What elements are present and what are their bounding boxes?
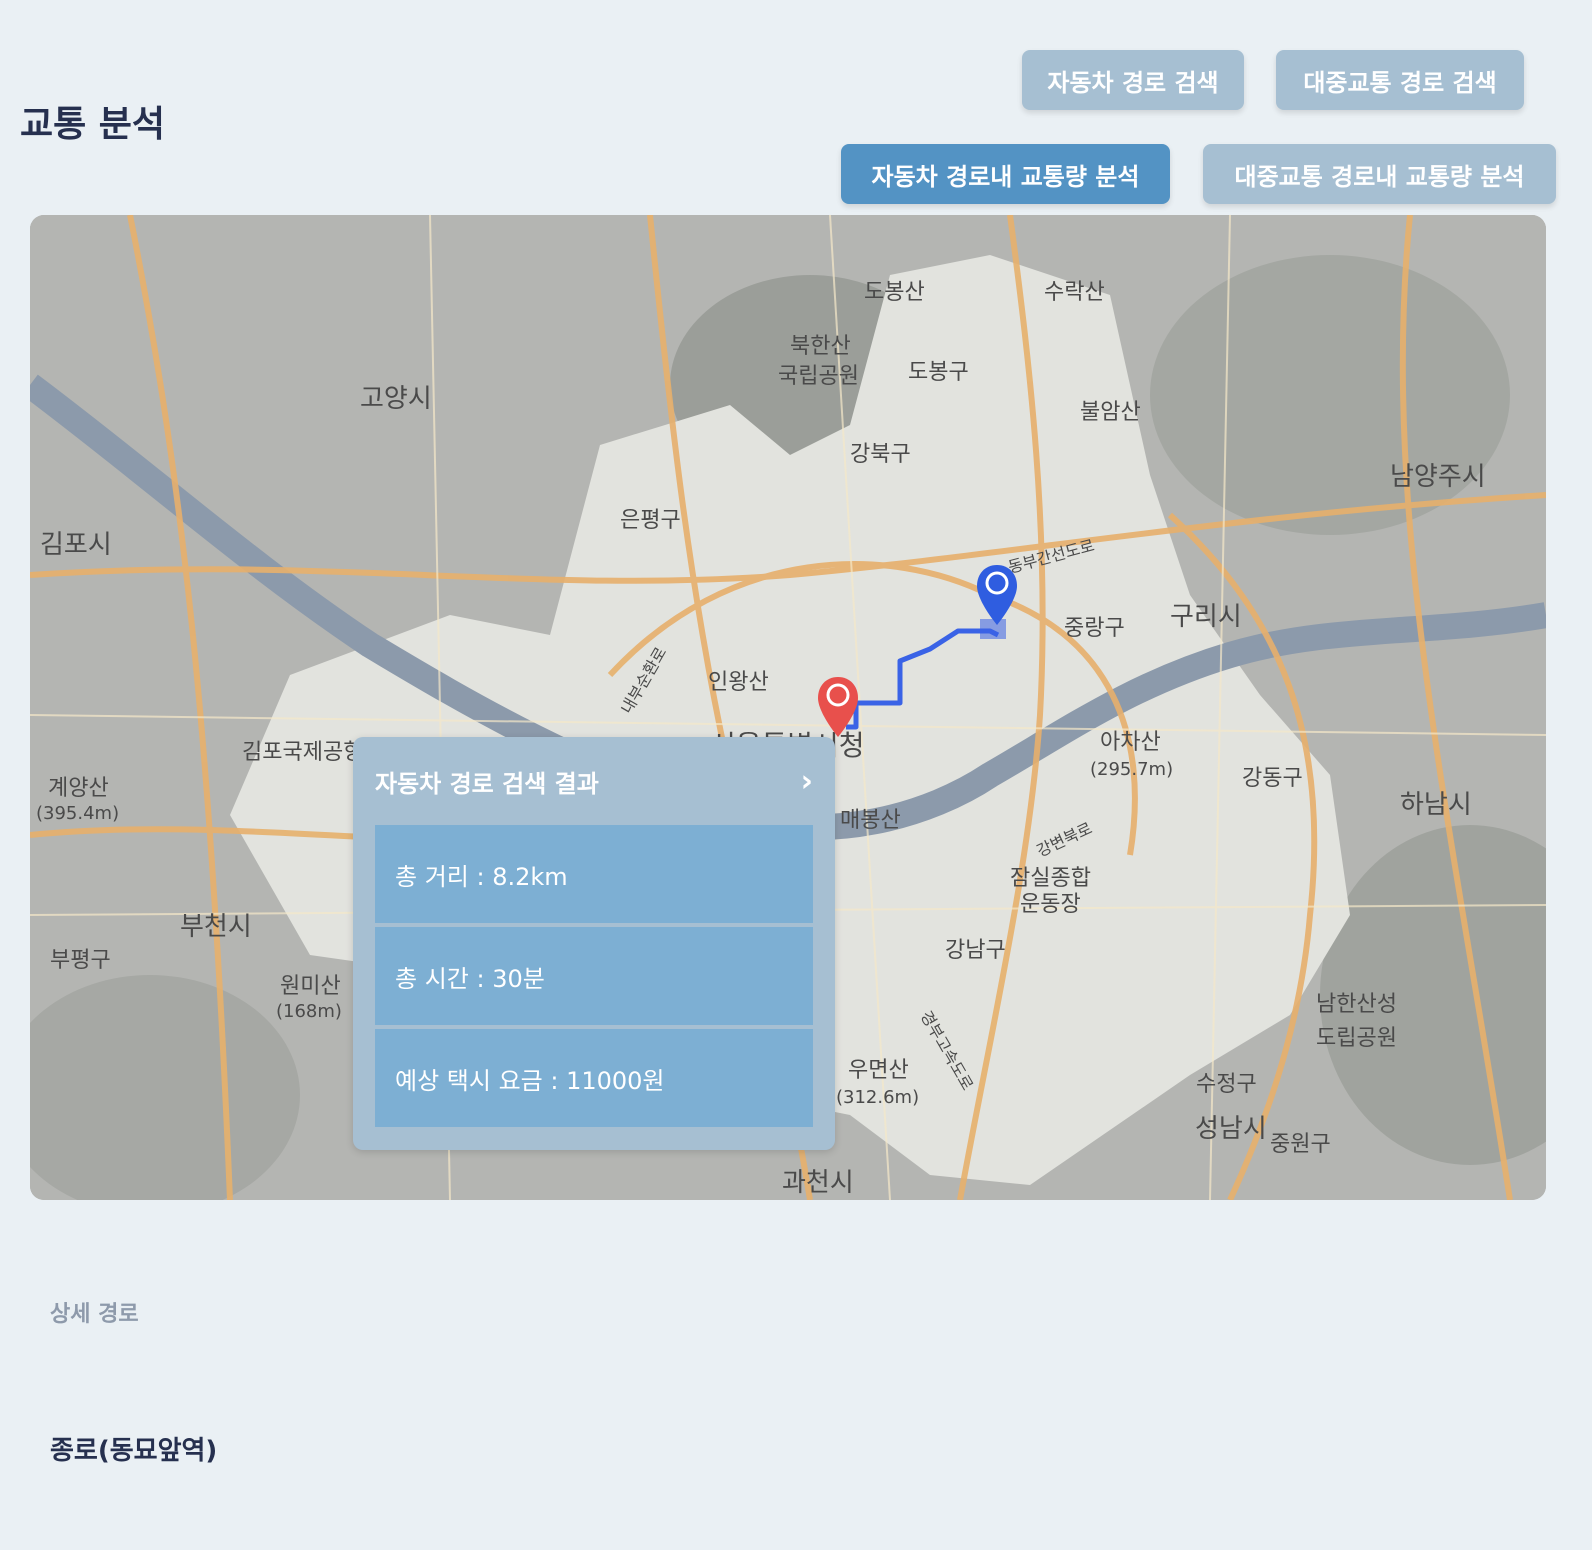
- car-route-traffic-analysis-button[interactable]: 자동차 경로내 교통량 분석: [841, 144, 1170, 204]
- map-label-dobongsan: 도봉산: [864, 280, 925, 305]
- map-label-dobong: 도봉구: [908, 360, 969, 385]
- result-time-row: 총 시간 : 30분: [375, 927, 813, 1025]
- map-label-jungnang: 중랑구: [1064, 616, 1125, 641]
- map-label-hanam: 하남시: [1400, 790, 1472, 820]
- route-result-panel: 자동차 경로 검색 결과 › 총 거리 : 8.2km 총 시간 : 30분 예…: [353, 737, 835, 1150]
- map-label-jungwon: 중원구: [1270, 1132, 1331, 1157]
- map-label-inwangsan: 인왕산: [708, 670, 769, 695]
- chevron-right-icon[interactable]: ›: [801, 764, 813, 799]
- result-time: 총 시간 : 30분: [395, 964, 545, 993]
- map-label-eunpyeong: 은평구: [620, 508, 681, 533]
- map-label-gangnam: 강남구: [945, 938, 1006, 963]
- map-label-bukhansan-park: 국립공원: [778, 364, 859, 389]
- map-label-goyang: 고양시: [360, 384, 432, 414]
- car-route-search-button[interactable]: 자동차 경로 검색: [1022, 50, 1244, 110]
- transit-route-search-button[interactable]: 대중교통 경로 검색: [1276, 50, 1524, 110]
- end-marker-icon[interactable]: [816, 675, 860, 739]
- map-label-achasan-height: (295.7m): [1090, 759, 1173, 780]
- map-label-bukhansan: 북한산: [790, 334, 851, 359]
- map-label-namhansanseong: 남한산성: [1316, 992, 1397, 1017]
- map-label-jamsil: 잠실종합: [1010, 866, 1091, 891]
- map-label-guri: 구리시: [1170, 602, 1242, 632]
- map-label-umyeonsan-height: (312.6m): [836, 1087, 919, 1108]
- page-title: 교통 분석: [20, 104, 166, 145]
- map-label-sujeong: 수정구: [1196, 1072, 1257, 1097]
- result-header: 자동차 경로 검색 결과 ›: [375, 737, 813, 825]
- map-label-maebongsan: 매봉산: [840, 808, 901, 833]
- start-marker-icon[interactable]: [975, 563, 1019, 627]
- transit-route-traffic-analysis-button[interactable]: 대중교통 경로내 교통량 분석: [1203, 144, 1556, 204]
- map-label-suraksan: 수락산: [1044, 280, 1105, 305]
- map-label-jamsil-2: 운동장: [1020, 892, 1081, 917]
- map-label-seongnam: 성남시: [1195, 1114, 1267, 1144]
- map-label-achasan: 아차산: [1100, 730, 1161, 755]
- map-label-umyeonsan: 우면산: [848, 1058, 909, 1083]
- map-label-buramsan: 불암산: [1080, 400, 1141, 425]
- route-stop-item[interactable]: 종로(동묘앞역): [50, 1430, 217, 1467]
- map-label-gyeyangsan: 계양산: [48, 776, 109, 801]
- map-label-gimpo: 김포시: [40, 530, 112, 560]
- result-distance-row: 총 거리 : 8.2km: [375, 825, 813, 923]
- map-label-gangdong: 강동구: [1242, 766, 1303, 791]
- map-label-gwacheon: 과천시: [782, 1168, 854, 1198]
- result-fare-row: 예상 택시 요금 : 11000원: [375, 1029, 813, 1127]
- result-distance: 총 거리 : 8.2km: [395, 862, 568, 891]
- map-label-gimpo-airport: 김포국제공항: [242, 740, 363, 765]
- map-label-gangbuk: 강북구: [850, 442, 911, 467]
- map-label-namyangju: 남양주시: [1390, 462, 1486, 492]
- map-label-namhansanseong-2: 도립공원: [1316, 1026, 1397, 1051]
- result-title: 자동차 경로 검색 결과: [375, 769, 599, 798]
- map-label-wonmisan: 원미산: [280, 974, 341, 999]
- result-fare: 예상 택시 요금 : 11000원: [395, 1066, 665, 1095]
- map-label-bupyeong: 부평구: [50, 948, 111, 973]
- detail-route-label: 상세 경로: [50, 1302, 139, 1327]
- map-label-gyeyangsan-height: (395.4m): [36, 803, 119, 824]
- map-label-bucheon: 부천시: [180, 912, 252, 942]
- map-label-wonmisan-height: (168m): [276, 1001, 342, 1022]
